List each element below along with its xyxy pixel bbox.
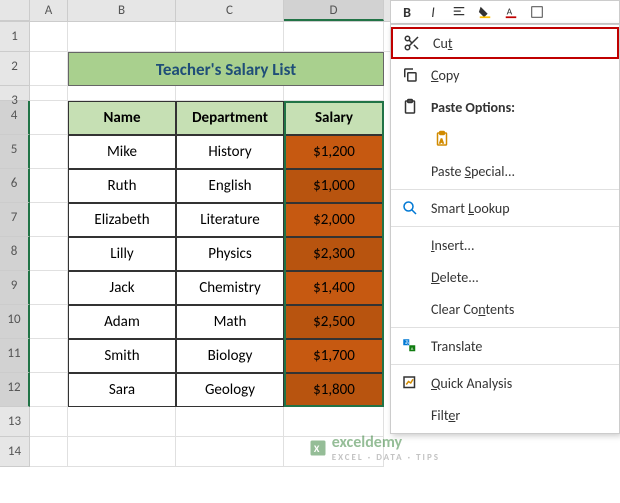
menu-separator (391, 226, 619, 227)
title-cell[interactable]: Teacher's Salary List (68, 52, 384, 86)
select-all-corner[interactable] (0, 0, 30, 21)
mini-toolbar: B I A (390, 0, 620, 24)
menu-paste-special[interactable]: Paste Special... (391, 155, 619, 187)
align-icon[interactable] (449, 2, 469, 22)
cell-salary[interactable]: $2,000 (284, 203, 384, 237)
col-header-D[interactable]: D (284, 0, 384, 21)
row-header-7[interactable]: 7 (0, 203, 30, 237)
cell-name[interactable]: Mike (68, 135, 176, 169)
menu-filter[interactable]: Filter (391, 399, 619, 431)
fill-color-icon[interactable] (475, 2, 495, 22)
menu-quick-analysis-label: Quick Analysis (431, 375, 611, 392)
cell-name[interactable]: Sara (68, 373, 176, 407)
menu-paste-options-label: Paste Options: (431, 99, 611, 116)
menu-quick-analysis[interactable]: Quick Analysis (391, 367, 619, 399)
cell-name[interactable]: Smith (68, 339, 176, 373)
cell-name[interactable]: Adam (68, 305, 176, 339)
cell-salary[interactable]: $1,400 (284, 271, 384, 305)
svg-text:あ: あ (405, 340, 410, 346)
header-salary[interactable]: Salary (284, 101, 384, 135)
cell-salary[interactable]: $1,800 (284, 373, 384, 407)
translate-icon: あA (399, 335, 421, 357)
menu-smart-lookup-label: Smart Lookup (431, 200, 611, 217)
watermark-sub: EXCEL · DATA · TIPS (332, 452, 440, 463)
watermark: X exceldemy EXCEL · DATA · TIPS (308, 433, 440, 463)
cell-dept[interactable]: Physics (176, 237, 284, 271)
row-header-14[interactable]: 14 (0, 437, 30, 467)
menu-cut[interactable]: Cut (391, 27, 619, 59)
row-header-13[interactable]: 13 (0, 407, 30, 437)
cell-dept[interactable]: History (176, 135, 284, 169)
menu-paste-special-label: Paste Special... (431, 163, 611, 180)
cell-name[interactable]: Lilly (68, 237, 176, 271)
menu-separator (391, 364, 619, 365)
cell-dept[interactable]: Math (176, 305, 284, 339)
font-color-icon[interactable]: A (501, 2, 521, 22)
cell-name[interactable]: Jack (68, 271, 176, 305)
watermark-main: exceldemy (332, 433, 440, 452)
row-header-2[interactable]: 2 (0, 52, 30, 86)
menu-delete-label: Delete... (431, 269, 611, 286)
menu-clear-contents[interactable]: Clear Contents (391, 293, 619, 325)
col-header-B[interactable]: B (68, 0, 176, 21)
cell-dept[interactable]: Biology (176, 339, 284, 373)
cell-salary[interactable]: $2,300 (284, 237, 384, 271)
row-header-12[interactable]: 12 (0, 373, 30, 407)
menu-copy-label: Copy (431, 67, 611, 84)
copy-icon (399, 64, 421, 86)
cell-dept[interactable]: English (176, 169, 284, 203)
cell-salary[interactable]: $1,200 (284, 135, 384, 169)
cell-name[interactable]: Ruth (68, 169, 176, 203)
scissors-icon (401, 32, 423, 54)
menu-separator (391, 327, 619, 328)
header-name[interactable]: Name (68, 101, 176, 135)
row-header-6[interactable]: 6 (0, 169, 30, 203)
col-header-A[interactable]: A (30, 0, 68, 21)
italic-icon[interactable]: I (423, 2, 443, 22)
menu-clear-contents-label: Clear Contents (431, 301, 611, 318)
cell-dept[interactable]: Geology (176, 373, 284, 407)
menu-translate[interactable]: あA Translate (391, 330, 619, 362)
col-header-C[interactable]: C (176, 0, 284, 21)
row-headers: 1 2 3 4 5 6 7 8 9 10 11 12 13 14 (0, 22, 30, 467)
svg-text:A: A (411, 347, 414, 352)
paste-icon: A (431, 128, 453, 150)
menu-cut-label: Cut (433, 35, 609, 52)
menu-paste-default[interactable]: A (423, 123, 619, 155)
context-menu: Cut Copy Paste Options: A Paste Special.… (390, 24, 620, 434)
menu-insert-label: Insert... (431, 237, 611, 254)
cell-salary[interactable]: $2,500 (284, 305, 384, 339)
search-icon (399, 197, 421, 219)
row-header-8[interactable]: 8 (0, 237, 30, 271)
row-header-10[interactable]: 10 (0, 305, 30, 339)
cell-name[interactable]: Elizabeth (68, 203, 176, 237)
menu-copy[interactable]: Copy (391, 59, 619, 91)
row-header-1[interactable]: 1 (0, 22, 30, 52)
border-icon[interactable] (527, 2, 547, 22)
svg-text:X: X (314, 442, 320, 455)
row-header-5[interactable]: 5 (0, 135, 30, 169)
row-header-9[interactable]: 9 (0, 271, 30, 305)
row-header-4[interactable]: 4 (0, 101, 30, 135)
cell-salary[interactable]: $1,000 (284, 169, 384, 203)
svg-text:A: A (440, 137, 444, 145)
menu-smart-lookup[interactable]: Smart Lookup (391, 192, 619, 224)
quick-analysis-icon (399, 372, 421, 394)
menu-insert[interactable]: Insert... (391, 229, 619, 261)
menu-filter-label: Filter (431, 407, 611, 424)
menu-separator (391, 189, 619, 190)
cell-dept[interactable]: Chemistry (176, 271, 284, 305)
bold-icon[interactable]: B (397, 2, 417, 22)
cell-dept[interactable]: Literature (176, 203, 284, 237)
menu-paste-options: Paste Options: (391, 91, 619, 123)
menu-translate-label: Translate (431, 338, 611, 355)
header-dept[interactable]: Department (176, 101, 284, 135)
row-header-3[interactable]: 3 (0, 86, 30, 101)
svg-text:A: A (507, 6, 513, 18)
row-header-11[interactable]: 11 (0, 339, 30, 373)
menu-delete[interactable]: Delete... (391, 261, 619, 293)
cell-salary[interactable]: $1,700 (284, 339, 384, 373)
clipboard-icon (399, 96, 421, 118)
